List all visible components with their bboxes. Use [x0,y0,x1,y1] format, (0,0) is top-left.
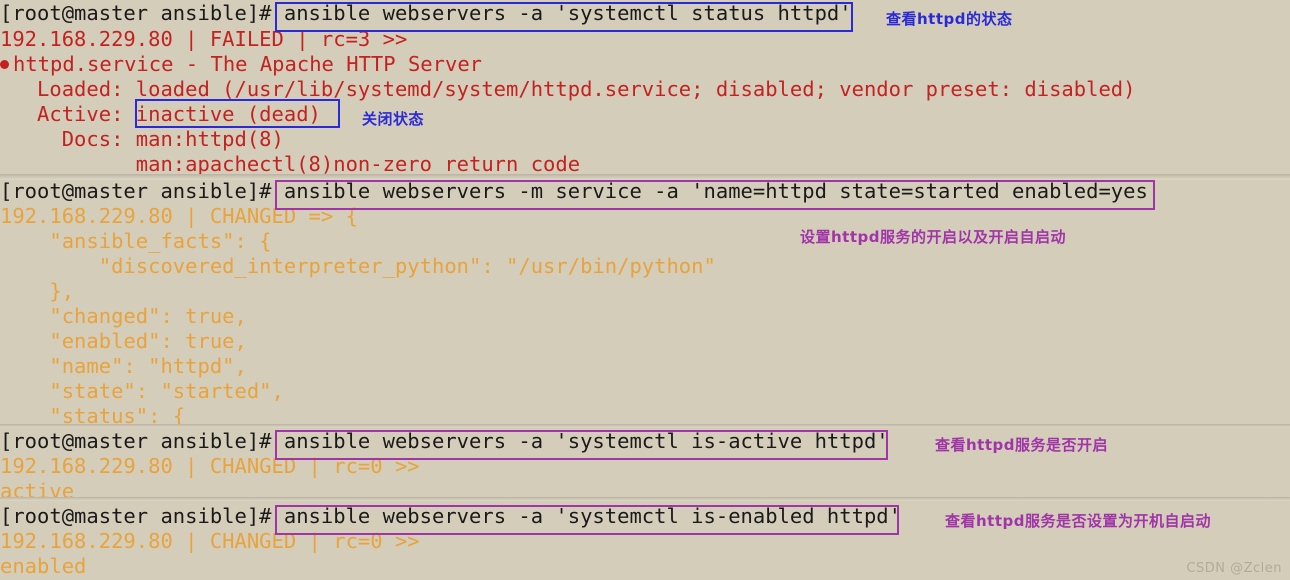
output-line-enabled-value: enabled [0,554,87,578]
command-line-is-active: [root@master ansible]# ansible webserver… [0,429,889,454]
command-line-service: [root@master ansible]# ansible webserver… [0,179,1160,204]
shell-prompt-2: [root@master ansible]# [0,179,284,203]
command-line-is-enabled: [root@master ansible]# ansible webserver… [0,504,901,529]
output-line-state: "state": "started", [0,379,284,403]
output-line-enabled: "enabled": true, [0,329,247,353]
pane-divider-2 [0,424,1290,428]
service-title-text: httpd.service - The Apache HTTP Server [13,52,482,76]
command-text-service[interactable]: ansible webservers -m service -a 'name=h… [284,179,1160,203]
command-line-status: [root@master ansible]# ansible webserver… [0,1,852,26]
output-line-active: Active: inactive (dead) [0,102,321,126]
annotation-check-httpd-running: 查看httpd服务是否开启 [935,436,1108,454]
shell-prompt: [root@master ansible]# [0,1,284,25]
shell-prompt-3: [root@master ansible]# [0,429,284,453]
shell-prompt-4: [root@master ansible]# [0,504,284,528]
annotation-view-httpd-status: 查看httpd的状态 [886,10,1013,28]
output-line-facts-close: }, [0,279,75,303]
pane-divider-3 [0,497,1290,501]
output-line-ansible-facts: "ansible_facts": { [0,229,272,253]
annotation-closed-state: 关闭状态 [362,110,425,128]
annotation-set-httpd-start-enable: 设置httpd服务的开启以及开启自启动 [800,228,1066,246]
output-line-name: "name": "httpd", [0,354,247,378]
terminal-window: [root@master ansible]# ansible webserver… [0,0,1290,580]
watermark: CSDN @Zclen [1186,561,1282,576]
output-line-failed: 192.168.229.80 | FAILED | rc=3 >> [0,27,408,51]
command-text-is-enabled[interactable]: ansible webservers -a 'systemctl is-enab… [284,504,901,528]
output-line-changed-json-open: 192.168.229.80 | CHANGED => { [0,204,358,228]
output-line-loaded: Loaded: loaded (/usr/lib/systemd/system/… [0,77,1136,101]
output-line-changed-rc0-active: 192.168.229.80 | CHANGED | rc=0 >> [0,454,420,478]
command-text-status[interactable]: ansible webservers -a 'systemctl status … [284,1,852,25]
output-line-discovered-interpreter: "discovered_interpreter_python": "/usr/b… [0,254,716,278]
output-line-service-title: httpd.service - The Apache HTTP Server [0,52,482,77]
command-text-is-active[interactable]: ansible webservers -a 'systemctl is-acti… [284,429,889,453]
status-dot-icon [0,60,9,69]
output-line-changed-rc0-enabled: 192.168.229.80 | CHANGED | rc=0 >> [0,529,420,553]
output-line-docs: Docs: man:httpd(8) [0,127,284,151]
output-line-changed: "changed": true, [0,304,247,328]
annotation-check-httpd-autostart: 查看httpd服务是否设置为开机自启动 [945,512,1211,530]
